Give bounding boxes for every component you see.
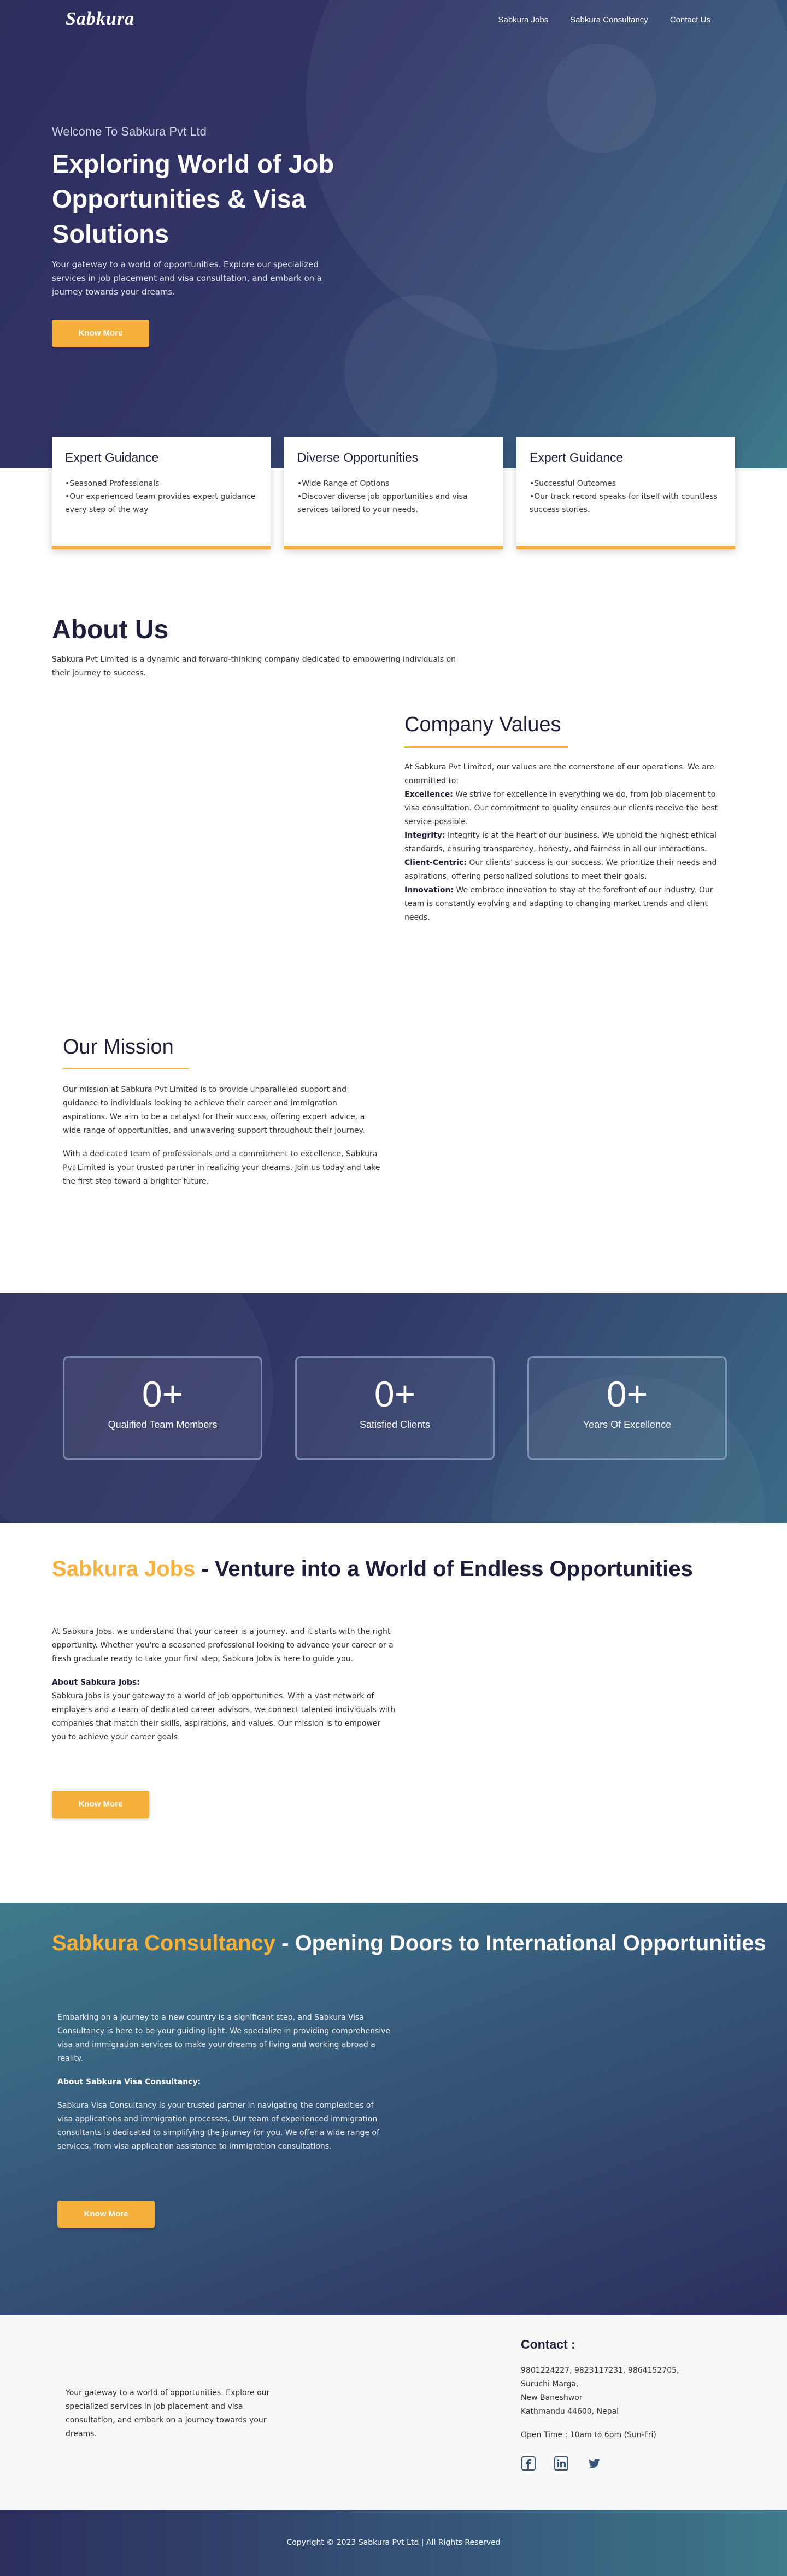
top-nav: Sabkura Sabkura Jobs Sabkura Consultancy… (0, 0, 787, 44)
about-title: About Us (52, 615, 169, 644)
consultancy-paragraph: Sabkura Visa Consultancy is your trusted… (57, 2101, 379, 2151)
about-section: Expert Guidance •Seasoned Professionals … (0, 437, 787, 1293)
twitter-icon[interactable] (586, 2456, 602, 2472)
stats-row: 0+ Qualified Team Members 0+ Satisfied C… (63, 1356, 727, 1460)
consultancy-section: Sabkura Consultancy - Opening Doors to I… (0, 1903, 787, 2315)
stat-value: 0+ (142, 1374, 184, 1414)
value-label: Integrity: (404, 831, 445, 840)
hero-welcome: Welcome To Sabkura Pvt Ltd (52, 125, 207, 138)
hero-content: Welcome To Sabkura Pvt Ltd Exploring Wor… (52, 125, 358, 347)
mission-paragraph: Our mission at Sabkura Pvt Limited is to… (63, 1085, 365, 1135)
stat-card: 0+ Years Of Excellence (527, 1356, 727, 1460)
copyright-bar: Copyright © 2023 Sabkura Pvt Ltd | All R… (0, 2510, 787, 2576)
mission-title: Our Mission (63, 1036, 174, 1058)
jobs-paragraph: Sabkura Jobs is your gateway to a world … (52, 1692, 396, 1742)
jobs-title-rest: - Venture into a World of Endless Opport… (195, 1557, 693, 1581)
copyright-text: Copyright © 2023 Sabkura Pvt Ltd | All R… (286, 2538, 501, 2547)
jobs-title-accent: Sabkura Jobs (52, 1557, 196, 1581)
stat-label: Satisfied Clients (359, 1419, 431, 1430)
feature-card-title: Diverse Opportunities (297, 450, 419, 464)
hero-decoration (547, 44, 656, 153)
feature-card-title: Expert Guidance (530, 450, 624, 464)
jobs-section: Sabkura Jobs - Venture into a World of E… (0, 1523, 787, 1903)
contact-block: Contact : 9801224227, 9823117231, 986415… (521, 2337, 739, 2472)
hero-decoration (344, 295, 497, 448)
facebook-icon[interactable] (521, 2456, 536, 2472)
feature-card-line: •Discover diverse job opportunities and … (297, 492, 468, 514)
contact-title: Contact : (521, 2337, 575, 2351)
nav-link-jobs[interactable]: Sabkura Jobs (498, 15, 548, 25)
social-links (521, 2456, 739, 2472)
feature-cards: Expert Guidance •Seasoned Professionals … (52, 437, 735, 549)
contact-hours: Open Time : 10am to 6pm (Sun-Fri) (521, 2431, 656, 2439)
consultancy-paragraph: Embarking on a journey to a new country … (57, 2013, 391, 2063)
hero-section: Sabkura Sabkura Jobs Sabkura Consultancy… (0, 0, 787, 468)
stat-label: Qualified Team Members (108, 1419, 218, 1430)
nav-links: Sabkura Jobs Sabkura Consultancy Contact… (498, 15, 710, 25)
hero-know-more-button[interactable]: Know More (52, 320, 149, 347)
contact-address: Kathmandu 44600, Nepal (521, 2407, 619, 2416)
linkedin-icon[interactable] (554, 2456, 569, 2472)
mission-paragraph: With a dedicated team of professionals a… (63, 1150, 380, 1186)
feature-card-title: Expert Guidance (65, 450, 159, 464)
value-label: Client-Centric: (404, 858, 467, 867)
feature-card-line: •Our experienced team provides expert gu… (65, 492, 256, 514)
nav-link-consultancy[interactable]: Sabkura Consultancy (570, 15, 648, 25)
value-label: Innovation: (404, 886, 454, 895)
footer-tagline: Your gateway to a world of opportunities… (66, 2389, 270, 2438)
feature-card-line: •Our track record speaks for itself with… (530, 492, 718, 514)
title-underline (63, 1068, 189, 1069)
hero-decoration (306, 0, 787, 350)
stat-label: Years Of Excellence (583, 1419, 672, 1430)
logo[interactable]: Sabkura (66, 9, 134, 30)
jobs-text: At Sabkura Jobs, we understand that your… (52, 1625, 396, 1754)
consultancy-subheading: About Sabkura Visa Consultancy: (57, 2078, 201, 2086)
about-description: Sabkura Pvt Limited is a dynamic and for… (52, 655, 456, 678)
values-intro: At Sabkura Pvt Limited, our values are t… (404, 763, 714, 785)
value-item: Integrity: Integrity is at the heart of … (404, 829, 732, 856)
feature-card-line: •Wide Range of Options (297, 479, 390, 488)
footer: Your gateway to a world of opportunities… (0, 2315, 787, 2510)
feature-card-line: •Successful Outcomes (530, 479, 616, 488)
stat-card: 0+ Qualified Team Members (63, 1356, 262, 1460)
value-item: Client-Centric: Our clients' success is … (404, 856, 732, 884)
jobs-subheading: About Sabkura Jobs: (52, 1678, 140, 1687)
consultancy-title-rest: - Opening Doors to International Opportu… (275, 1931, 766, 1955)
jobs-title: Sabkura Jobs - Venture into a World of E… (52, 1557, 693, 1581)
stat-value: 0+ (374, 1374, 416, 1414)
value-label: Excellence: (404, 790, 453, 799)
company-values: Company Values At Sabkura Pvt Limited, o… (404, 713, 732, 925)
feature-card: Diverse Opportunities •Wide Range of Opt… (284, 437, 503, 549)
hero-title: Exploring World of Job Opportunities & V… (52, 149, 334, 248)
value-item: Innovation: We embrace innovation to sta… (404, 884, 732, 925)
stat-card: 0+ Satisfied Clients (295, 1356, 495, 1460)
jobs-paragraph: At Sabkura Jobs, we understand that your… (52, 1627, 393, 1663)
consultancy-title-accent: Sabkura Consultancy (52, 1931, 276, 1955)
value-text: Integrity is at the heart of our busines… (404, 831, 717, 854)
consultancy-know-more-button[interactable]: Know More (57, 2201, 155, 2228)
stat-value: 0+ (606, 1374, 648, 1414)
values-title: Company Values (404, 713, 561, 736)
nav-link-contact[interactable]: Contact Us (670, 15, 710, 25)
feature-card-line: •Seasoned Professionals (65, 479, 160, 488)
contact-address: Suruchi Marga, (521, 2380, 579, 2389)
feature-card: Expert Guidance •Seasoned Professionals … (52, 437, 271, 549)
feature-card: Expert Guidance •Successful Outcomes •Ou… (516, 437, 735, 549)
our-mission: Our Mission Our mission at Sabkura Pvt L… (63, 1036, 383, 1198)
consultancy-title: Sabkura Consultancy - Opening Doors to I… (52, 1931, 766, 1956)
contact-phones: 9801224227, 9823117231, 9864152705, (521, 2366, 679, 2375)
hero-description: Your gateway to a world of opportunities… (52, 260, 322, 297)
title-underline (404, 746, 568, 748)
contact-address: New Baneshwor (521, 2393, 583, 2402)
stats-section: 0+ Qualified Team Members 0+ Satisfied C… (0, 1293, 787, 1523)
consultancy-text: Embarking on a journey to a new country … (57, 2011, 391, 2163)
value-item: Excellence: We strive for excellence in … (404, 788, 732, 829)
jobs-know-more-button[interactable]: Know More (52, 1791, 149, 1818)
